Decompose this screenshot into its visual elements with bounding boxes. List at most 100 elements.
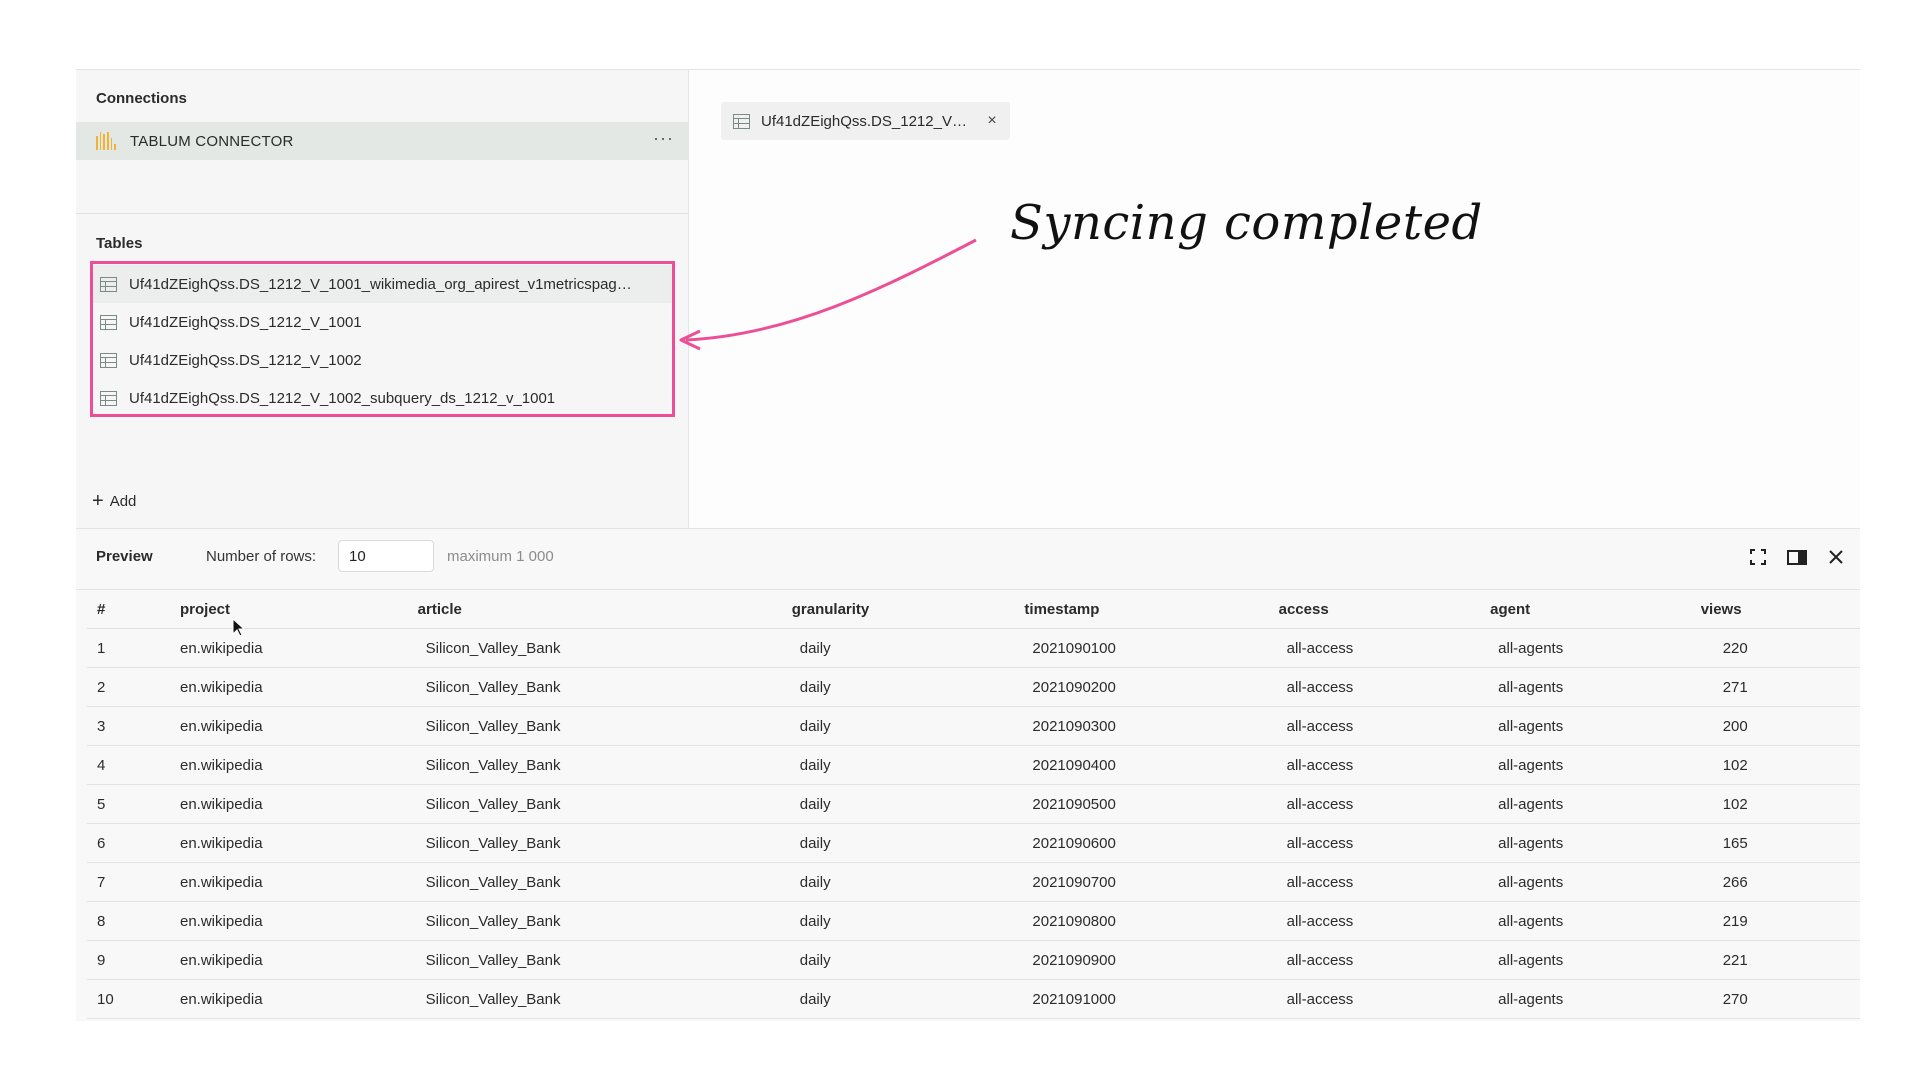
table-cell: Silicon_Valley_Bank bbox=[417, 901, 792, 941]
table-icon bbox=[100, 352, 117, 368]
table-cell: 2021090900 bbox=[1024, 940, 1279, 980]
connector-item[interactable]: TABLUM CONNECTOR ··· bbox=[76, 122, 688, 160]
table-cell: 2021090600 bbox=[1024, 823, 1279, 863]
table-cell: all-agents bbox=[1490, 940, 1701, 980]
connector-menu-button[interactable]: ··· bbox=[653, 128, 674, 149]
table-cell: 5 bbox=[87, 784, 180, 824]
rows-label: Number of rows: bbox=[206, 548, 317, 565]
column-header[interactable]: project bbox=[180, 590, 418, 629]
table-icon bbox=[733, 113, 750, 129]
syncing-annotation: Syncing completed bbox=[1010, 195, 1483, 251]
table-cell: 165 bbox=[1700, 823, 1860, 863]
table-cell: 219 bbox=[1700, 901, 1860, 941]
tables-list: Uf41dZEighQss.DS_1212_V_1001_wikimedia_o… bbox=[90, 265, 672, 417]
table-cell: 7 bbox=[87, 862, 180, 902]
table-cell: all-agents bbox=[1490, 862, 1701, 902]
app-window: Connections TABLUM CONNECTOR ··· Tables … bbox=[76, 69, 1860, 1021]
table-row[interactable]: 9 en.wikipedia Silicon_Valley_Bank daily 202… bbox=[87, 940, 1860, 980]
table-item[interactable]: Uf41dZEighQss.DS_1212_V_1002 bbox=[90, 341, 672, 379]
table-row[interactable]: 6 en.wikipedia Silicon_Valley_Bank daily 202… bbox=[87, 823, 1860, 863]
table-row[interactable]: 5 en.wikipedia Silicon_Valley_Bank daily 202… bbox=[87, 784, 1860, 824]
connections-title: Connections bbox=[96, 90, 187, 107]
table-cell: 2021090200 bbox=[1024, 667, 1279, 707]
table-cell: all-access bbox=[1278, 667, 1491, 707]
table-item-label: Uf41dZEighQss.DS_1212_V_1001 bbox=[129, 313, 362, 331]
table-row[interactable]: 2 en.wikipedia Silicon_Valley_Bank daily 202… bbox=[87, 667, 1860, 707]
table-row[interactable]: 7 en.wikipedia Silicon_Valley_Bank daily 202… bbox=[87, 862, 1860, 902]
table-cell: 270 bbox=[1700, 979, 1860, 1019]
table-cell: 3 bbox=[87, 706, 180, 746]
column-header[interactable]: timestamp bbox=[1024, 590, 1279, 629]
table-header-row: # project article granularity timestamp … bbox=[87, 590, 1860, 629]
table-cell: all-access bbox=[1278, 862, 1491, 902]
table-cell: en.wikipedia bbox=[180, 940, 418, 980]
column-header[interactable]: agent bbox=[1490, 590, 1701, 629]
table-cell: all-access bbox=[1278, 784, 1491, 824]
table-cell: 271 bbox=[1700, 667, 1860, 707]
table-cell: Silicon_Valley_Bank bbox=[417, 784, 792, 824]
table-cell: all-agents bbox=[1490, 745, 1701, 785]
table-cell: 1 bbox=[87, 628, 180, 668]
sidebar: Connections TABLUM CONNECTOR ··· Tables … bbox=[76, 70, 689, 528]
table-icon bbox=[100, 390, 117, 406]
table-cell: daily bbox=[791, 823, 1025, 863]
table-cell: en.wikipedia bbox=[180, 667, 418, 707]
table-cell: en.wikipedia bbox=[180, 628, 418, 668]
close-icon[interactable] bbox=[1826, 547, 1846, 567]
table-cell: 4 bbox=[87, 745, 180, 785]
table-row[interactable]: 8 en.wikipedia Silicon_Valley_Bank daily 202… bbox=[87, 901, 1860, 941]
add-table-button[interactable]: + Add bbox=[92, 491, 136, 511]
table-row[interactable]: 3 en.wikipedia Silicon_Valley_Bank daily 202… bbox=[87, 706, 1860, 746]
table-cell: daily bbox=[791, 940, 1025, 980]
fullscreen-icon[interactable] bbox=[1748, 547, 1768, 567]
table-cell: Silicon_Valley_Bank bbox=[417, 823, 792, 863]
table-item[interactable]: Uf41dZEighQss.DS_1212_V_1001 bbox=[90, 303, 672, 341]
main-area: Uf41dZEighQss.DS_1212_V… × bbox=[689, 70, 1860, 528]
table-cell: Silicon_Valley_Bank bbox=[417, 940, 792, 980]
table-cell: daily bbox=[791, 784, 1025, 824]
table-row[interactable]: 4 en.wikipedia Silicon_Valley_Bank daily 202… bbox=[87, 745, 1860, 785]
table-cell: daily bbox=[791, 862, 1025, 902]
table-item[interactable]: Uf41dZEighQss.DS_1212_V_1002_subquery_ds… bbox=[90, 379, 672, 417]
tab-close-icon[interactable]: × bbox=[980, 112, 1004, 130]
column-header[interactable]: access bbox=[1278, 590, 1491, 629]
table-cell: 2021090300 bbox=[1024, 706, 1279, 746]
table-row[interactable]: 1 en.wikipedia Silicon_Valley_Bank daily 202… bbox=[87, 628, 1860, 668]
table-cell: en.wikipedia bbox=[180, 979, 418, 1019]
column-header[interactable]: article bbox=[417, 590, 792, 629]
table-cell: 6 bbox=[87, 823, 180, 863]
side-panel-icon[interactable] bbox=[1786, 547, 1808, 567]
table-cell: all-agents bbox=[1490, 979, 1701, 1019]
table-cell: en.wikipedia bbox=[180, 823, 418, 863]
table-cell: all-access bbox=[1278, 979, 1491, 1019]
table-cell: 2021090500 bbox=[1024, 784, 1279, 824]
table-row[interactable]: 10 en.wikipedia Silicon_Valley_Bank daily 20… bbox=[87, 979, 1860, 1019]
table-cell: daily bbox=[791, 667, 1025, 707]
table-cell: Silicon_Valley_Bank bbox=[417, 667, 792, 707]
table-cell: 2021090800 bbox=[1024, 901, 1279, 941]
table-item-label: Uf41dZEighQss.DS_1212_V_1001_wikimedia_o… bbox=[129, 275, 632, 293]
editor-tab-label: Uf41dZEighQss.DS_1212_V… bbox=[761, 112, 967, 130]
table-item[interactable]: Uf41dZEighQss.DS_1212_V_1001_wikimedia_o… bbox=[90, 265, 672, 303]
table-cell: 10 bbox=[87, 979, 180, 1019]
table-cell: 2 bbox=[87, 667, 180, 707]
table-cell: daily bbox=[791, 901, 1025, 941]
divider bbox=[76, 213, 688, 214]
column-header[interactable]: # bbox=[87, 590, 180, 629]
table-cell: all-access bbox=[1278, 745, 1491, 785]
column-header[interactable]: views bbox=[1700, 590, 1860, 629]
table-cell: 2021090100 bbox=[1024, 628, 1279, 668]
editor-tab[interactable]: Uf41dZEighQss.DS_1212_V… × bbox=[721, 102, 1010, 140]
table-cell: Silicon_Valley_Bank bbox=[417, 628, 792, 668]
table-cell: 200 bbox=[1700, 706, 1860, 746]
table-cell: en.wikipedia bbox=[180, 745, 418, 785]
column-header[interactable]: granularity bbox=[791, 590, 1025, 629]
table-cell: all-agents bbox=[1490, 784, 1701, 824]
table-cell: all-access bbox=[1278, 940, 1491, 980]
preview-toolbar: Preview Number of rows: maximum 1 000 bbox=[76, 529, 1860, 590]
rows-input[interactable] bbox=[338, 540, 434, 572]
tables-title: Tables bbox=[96, 235, 143, 252]
table-cell: all-access bbox=[1278, 901, 1491, 941]
table-cell: 2021090400 bbox=[1024, 745, 1279, 785]
preview-table: # project article granularity timestamp … bbox=[87, 590, 1860, 1019]
